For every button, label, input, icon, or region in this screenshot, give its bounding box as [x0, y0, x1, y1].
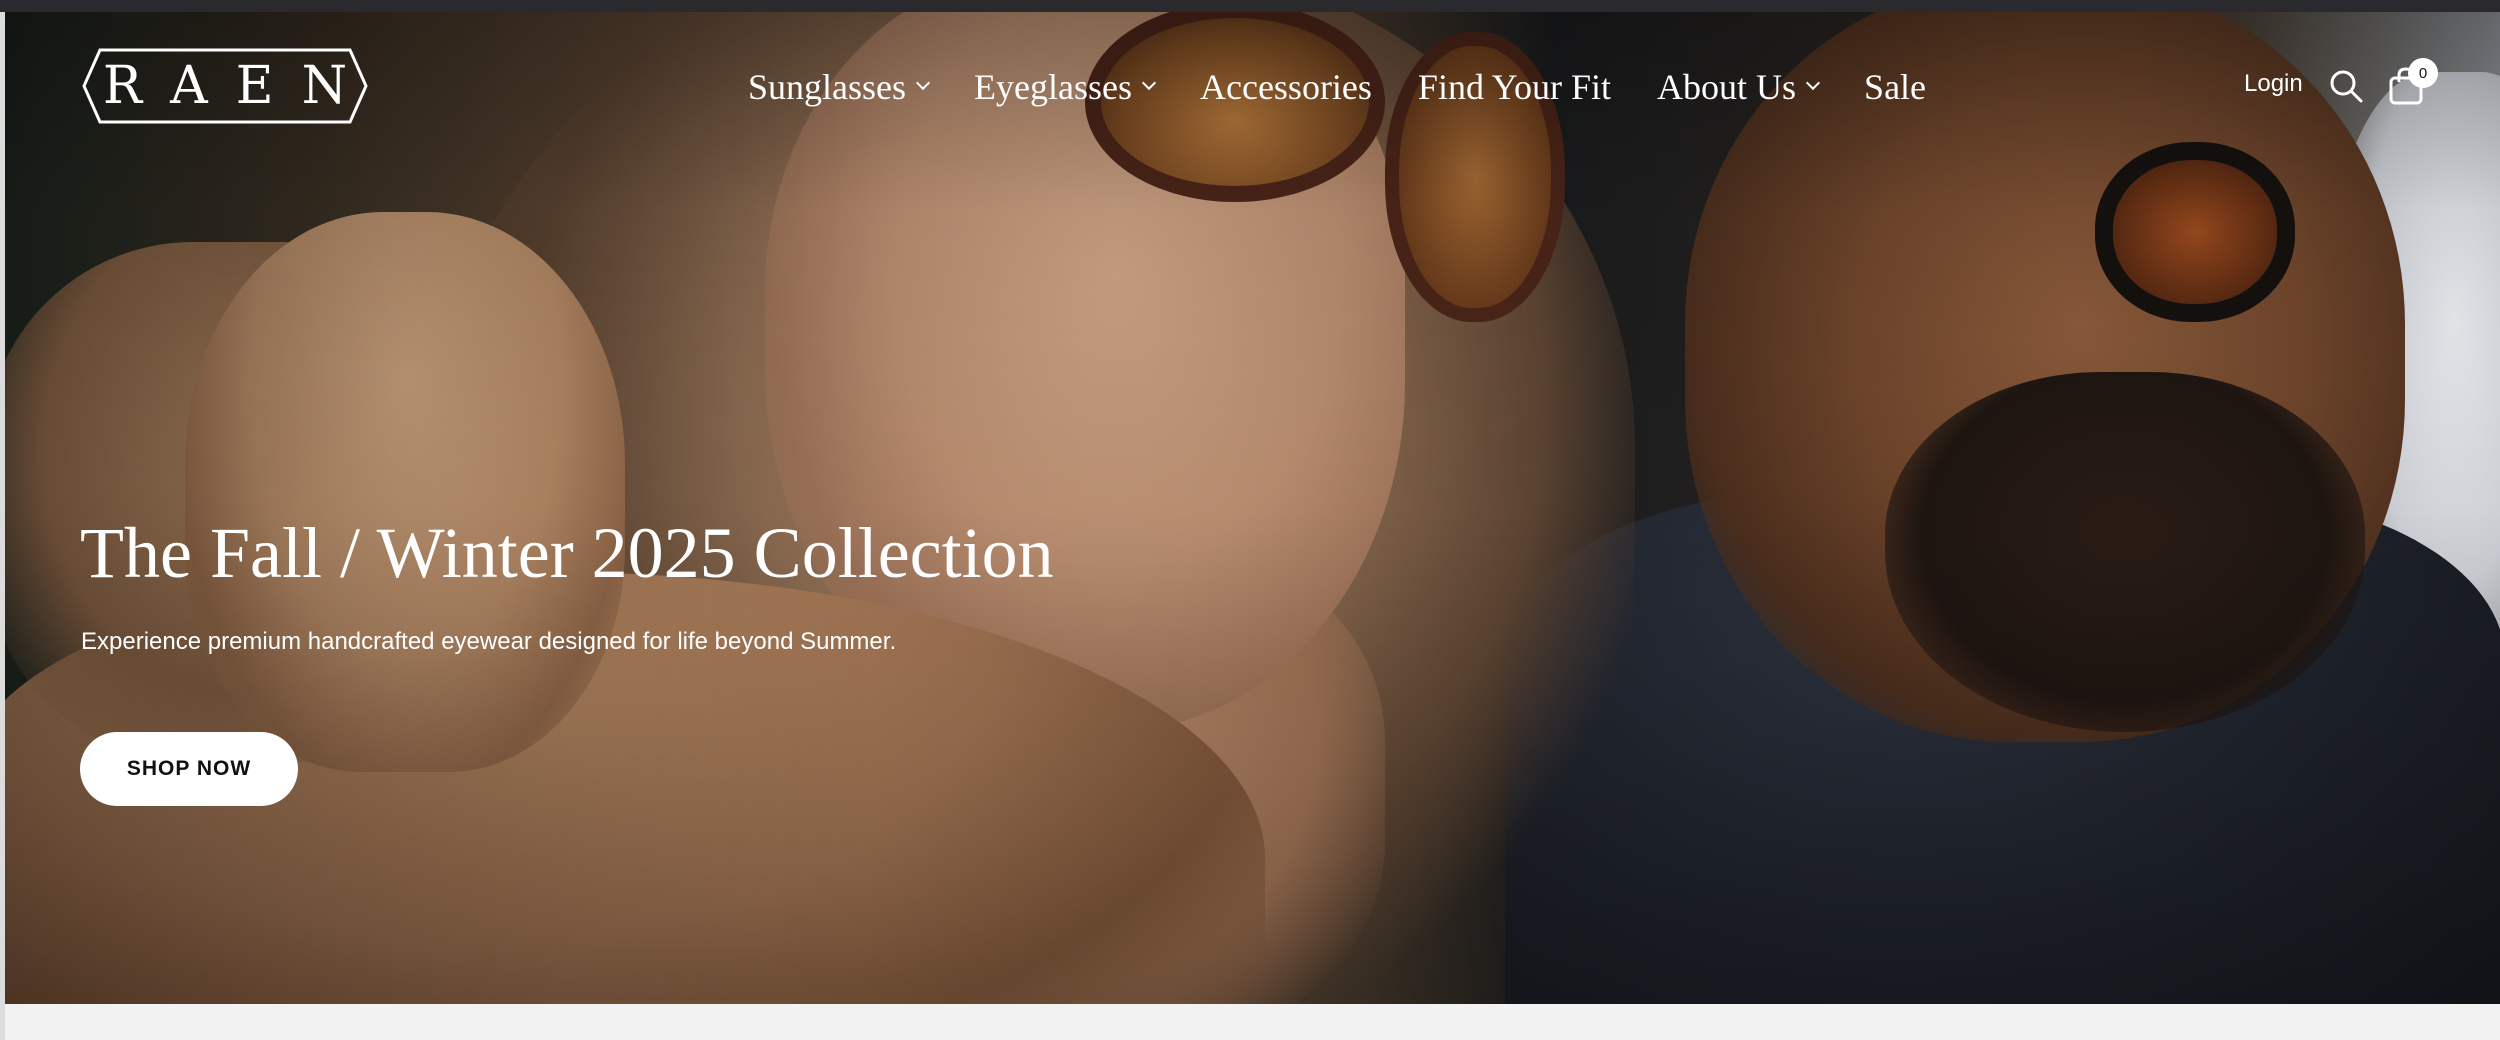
hero-photo-woman-sleeve: [5, 242, 505, 762]
nav-item-about-us[interactable]: About Us: [1657, 66, 1821, 108]
nav-item-find-your-fit[interactable]: Find Your Fit: [1418, 66, 1611, 108]
nav-item-sale[interactable]: Sale: [1864, 66, 1926, 108]
chevron-down-icon: [915, 75, 931, 91]
hero-photo-man-jacket: [1505, 492, 2500, 1004]
shop-now-button[interactable]: SHOP NOW: [80, 732, 298, 806]
hero-photo-woman-neck: [765, 532, 1385, 1004]
nav-item-label: Sunglasses: [748, 67, 907, 107]
hero-photo-man-head: [1685, 12, 2405, 742]
main-nav: Sunglasses Eyeglasses Accessories Find Y…: [748, 58, 1972, 116]
nav-item-label: Find Your Fit: [1417, 67, 1612, 107]
hero-photo-woman-face: [765, 12, 1405, 732]
browser-top-bar: [0, 0, 2500, 12]
hero-photo-background-light: [2325, 72, 2500, 692]
page-below-hero: [5, 1004, 2500, 1040]
cart-count-badge: 0: [2408, 58, 2438, 88]
nav-item-eyeglasses[interactable]: Eyeglasses: [974, 66, 1157, 108]
nav-item-label: Eyeglasses: [974, 67, 1132, 107]
hero-photo-man-sunglasses: [2095, 142, 2295, 322]
nav-item-label: About Us: [1657, 67, 1797, 107]
hero-title: The Fall / Winter 2025 Collection: [80, 513, 1054, 593]
nav-item-label: Accessories: [1199, 67, 1372, 107]
raen-logo[interactable]: RAEN: [82, 40, 368, 132]
nav-item-sunglasses[interactable]: Sunglasses: [748, 66, 931, 108]
hero-subtitle: Experience premium handcrafted eyewear d…: [81, 628, 897, 655]
nav-item-label: Sale: [1864, 67, 1927, 107]
hero-photo-man-beard: [1885, 372, 2365, 732]
chevron-down-icon: [1141, 75, 1157, 91]
login-link[interactable]: Login: [2244, 70, 2303, 98]
hero-photo-woman-hand: [185, 212, 625, 772]
chevron-down-icon: [1805, 75, 1821, 91]
search-icon-glyph: [2330, 70, 2363, 103]
nav-item-accessories[interactable]: Accessories: [1200, 66, 1372, 108]
logo-text: RAEN: [102, 56, 376, 116]
search-icon[interactable]: [2328, 68, 2364, 104]
